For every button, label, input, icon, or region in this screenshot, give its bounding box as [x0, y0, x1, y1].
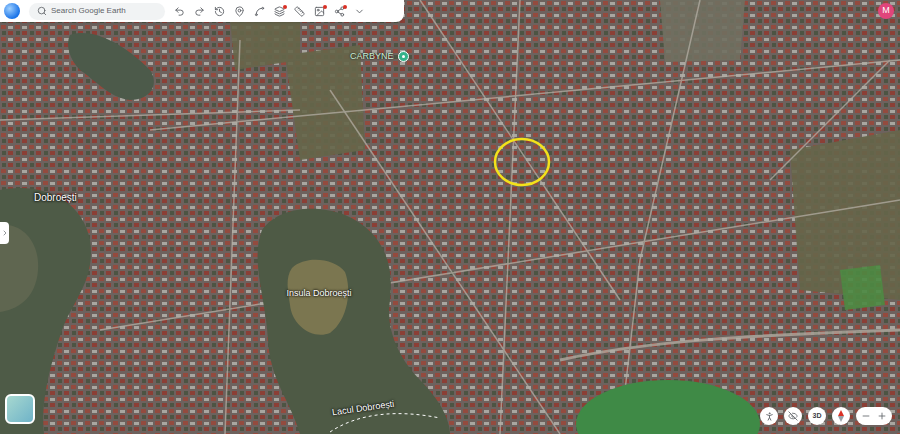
top-toolbar: Search Google Earth — [0, 0, 404, 22]
history-icon[interactable] — [214, 6, 225, 17]
account-avatar[interactable]: M — [878, 3, 894, 19]
notification-dot — [343, 5, 347, 9]
hide-button[interactable] — [784, 407, 802, 425]
place-label[interactable]: CARBYNE — [350, 50, 409, 64]
map-style-thumbnail[interactable] — [5, 394, 35, 424]
path-icon[interactable] — [254, 6, 265, 17]
compass-icon — [836, 410, 846, 422]
island-label: Insula Dobroești — [284, 288, 354, 299]
search-icon — [37, 6, 47, 16]
undo-icon[interactable] — [174, 6, 185, 17]
notification-dot — [323, 5, 327, 9]
eye-off-icon — [788, 411, 798, 421]
satellite-map[interactable] — [0, 0, 900, 434]
ruler-icon[interactable] — [294, 6, 305, 17]
zoom-controls — [856, 407, 892, 425]
place-pin-icon[interactable] — [398, 51, 409, 62]
compass-button[interactable] — [832, 407, 850, 425]
placemark-icon[interactable] — [234, 6, 245, 17]
chevron-right-icon — [1, 229, 9, 237]
mode-toggle-button[interactable]: 3D — [808, 407, 826, 425]
view-controls: 3D — [760, 407, 892, 425]
search-field[interactable]: Search Google Earth — [29, 3, 165, 20]
street-view-button[interactable] — [760, 407, 778, 425]
highlight-circle — [495, 139, 549, 185]
notification-dot — [283, 5, 287, 9]
side-panel-toggle[interactable] — [0, 222, 9, 244]
zoom-out-icon[interactable] — [861, 411, 871, 421]
google-earth-window: CARBYNEDobroeștiInsula DobroeștiLacul Do… — [0, 0, 900, 434]
more-icon[interactable] — [354, 6, 365, 17]
earth-logo-icon[interactable] — [4, 3, 20, 19]
zoom-in-icon[interactable] — [877, 411, 887, 421]
pegman-icon — [764, 411, 775, 422]
redo-icon[interactable] — [194, 6, 205, 17]
town-label: Dobroești — [34, 190, 77, 205]
